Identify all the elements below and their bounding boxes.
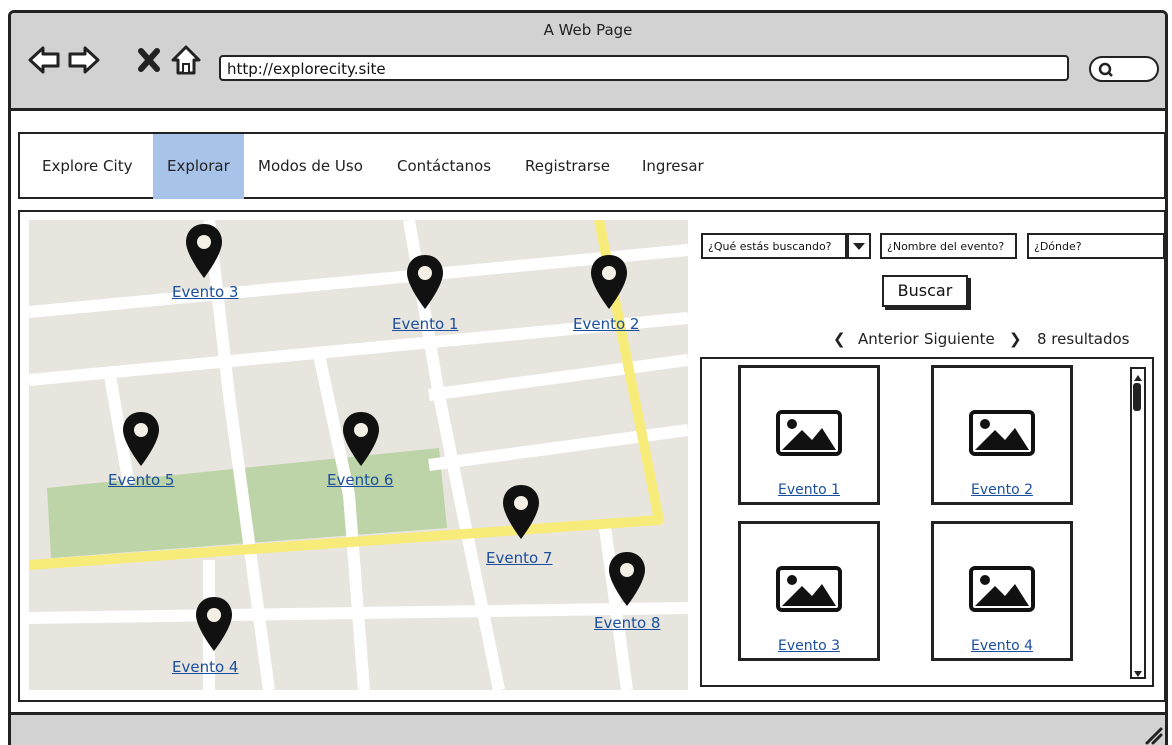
browser-chrome: A Web Page http://explorecity.site — [11, 13, 1165, 111]
map-marker-evento-3[interactable] — [184, 222, 224, 280]
home-icon[interactable] — [169, 43, 203, 77]
results-list[interactable]: Evento 1 Evento 2 Evento 3 Evento 4 — [700, 357, 1154, 687]
map-marker-evento-2[interactable] — [589, 253, 629, 311]
nav-explorar[interactable]: Explorar — [153, 134, 244, 199]
chevron-left-icon: ❮ — [833, 330, 846, 348]
map-marker-evento-1[interactable] — [405, 253, 445, 311]
map-pin-icon — [591, 255, 627, 309]
browser-window: A Web Page http://explorecity.site Explo… — [8, 10, 1168, 745]
search-icon — [1098, 62, 1113, 77]
map-pin-icon — [609, 552, 645, 606]
result-card-label[interactable]: Evento 1 — [741, 482, 877, 498]
map-marker-evento-5[interactable] — [121, 410, 161, 468]
nav-contactanos[interactable]: Contáctanos — [397, 134, 491, 199]
map-marker-label[interactable]: Evento 4 — [172, 658, 238, 676]
map-pin-icon — [407, 255, 443, 309]
result-count: 8 resultados — [1037, 330, 1130, 348]
map-marker-label[interactable]: Evento 1 — [392, 315, 458, 333]
result-card[interactable]: Evento 3 — [738, 521, 880, 661]
browser-status-bar — [11, 712, 1165, 745]
event-map[interactable]: Evento 3 Evento 1 Evento 2 Evento 5 Even… — [29, 220, 688, 690]
result-card[interactable]: Evento 1 — [738, 365, 880, 505]
map-marker-label[interactable]: Evento 6 — [327, 471, 393, 489]
map-marker-label[interactable]: Evento 2 — [573, 315, 639, 333]
explore-content: Evento 3 Evento 1 Evento 2 Evento 5 Even… — [18, 210, 1165, 702]
image-placeholder-icon — [776, 410, 842, 456]
event-name-input[interactable]: ¿Nombre del evento? — [880, 233, 1017, 259]
scroll-thumb[interactable] — [1133, 383, 1141, 411]
next-page-link[interactable]: ❯ — [1009, 330, 1022, 348]
scroll-up-arrow-icon[interactable] — [1132, 369, 1144, 381]
prev-page-link[interactable]: ❮ — [833, 330, 846, 348]
chevron-down-icon — [853, 243, 865, 250]
map-pin-icon — [186, 224, 222, 278]
map-marker-label[interactable]: Evento 5 — [108, 471, 174, 489]
result-card[interactable]: Evento 4 — [931, 521, 1073, 661]
resize-grip-icon[interactable] — [1141, 723, 1163, 745]
map-marker-label[interactable]: Evento 3 — [172, 283, 238, 301]
map-marker-evento-7[interactable] — [501, 483, 541, 541]
window-title: A Web Page — [543, 21, 633, 39]
map-marker-evento-8[interactable] — [607, 550, 647, 608]
map-pin-icon — [123, 412, 159, 466]
top-navigation: Explore City Explorar Modos de Uso Contá… — [18, 132, 1165, 199]
forward-arrow-icon[interactable] — [67, 43, 101, 77]
result-card[interactable]: Evento 2 — [931, 365, 1073, 505]
results-scrollbar[interactable] — [1130, 367, 1146, 679]
map-pin-icon — [343, 412, 379, 466]
image-placeholder-icon — [776, 566, 842, 612]
image-placeholder-icon — [969, 566, 1035, 612]
map-marker-label[interactable]: Evento 8 — [594, 614, 660, 632]
buscar-button[interactable]: Buscar — [882, 275, 968, 307]
result-card-label[interactable]: Evento 3 — [741, 638, 877, 654]
next-page-label[interactable]: Siguiente — [924, 330, 995, 348]
map-pin-icon — [196, 597, 232, 651]
map-marker-evento-4[interactable] — [194, 595, 234, 653]
scroll-down-arrow-icon[interactable] — [1132, 665, 1144, 677]
nav-ingresar[interactable]: Ingresar — [642, 134, 704, 199]
chevron-right-icon: ❯ — [1009, 330, 1022, 348]
prev-page-label[interactable]: Anterior — [858, 330, 919, 348]
browser-search-button[interactable] — [1089, 56, 1159, 82]
back-arrow-icon[interactable] — [27, 43, 61, 77]
result-card-label[interactable]: Evento 4 — [934, 638, 1070, 654]
url-input[interactable]: http://explorecity.site — [219, 55, 1069, 81]
map-pin-icon — [503, 485, 539, 539]
what-select[interactable]: ¿Qué estás buscando? — [701, 233, 847, 259]
image-placeholder-icon — [969, 410, 1035, 456]
map-marker-label[interactable]: Evento 7 — [486, 549, 552, 567]
nav-registrarse[interactable]: Registrarse — [525, 134, 610, 199]
nav-modos-de-uso[interactable]: Modos de Uso — [258, 134, 363, 199]
nav-explore-city[interactable]: Explore City — [42, 134, 132, 199]
where-input[interactable]: ¿Dónde? — [1027, 233, 1165, 259]
close-x-icon[interactable] — [133, 43, 167, 77]
dropdown-arrow-button[interactable] — [847, 233, 871, 259]
map-marker-evento-6[interactable] — [341, 410, 381, 468]
result-card-label[interactable]: Evento 2 — [934, 482, 1070, 498]
